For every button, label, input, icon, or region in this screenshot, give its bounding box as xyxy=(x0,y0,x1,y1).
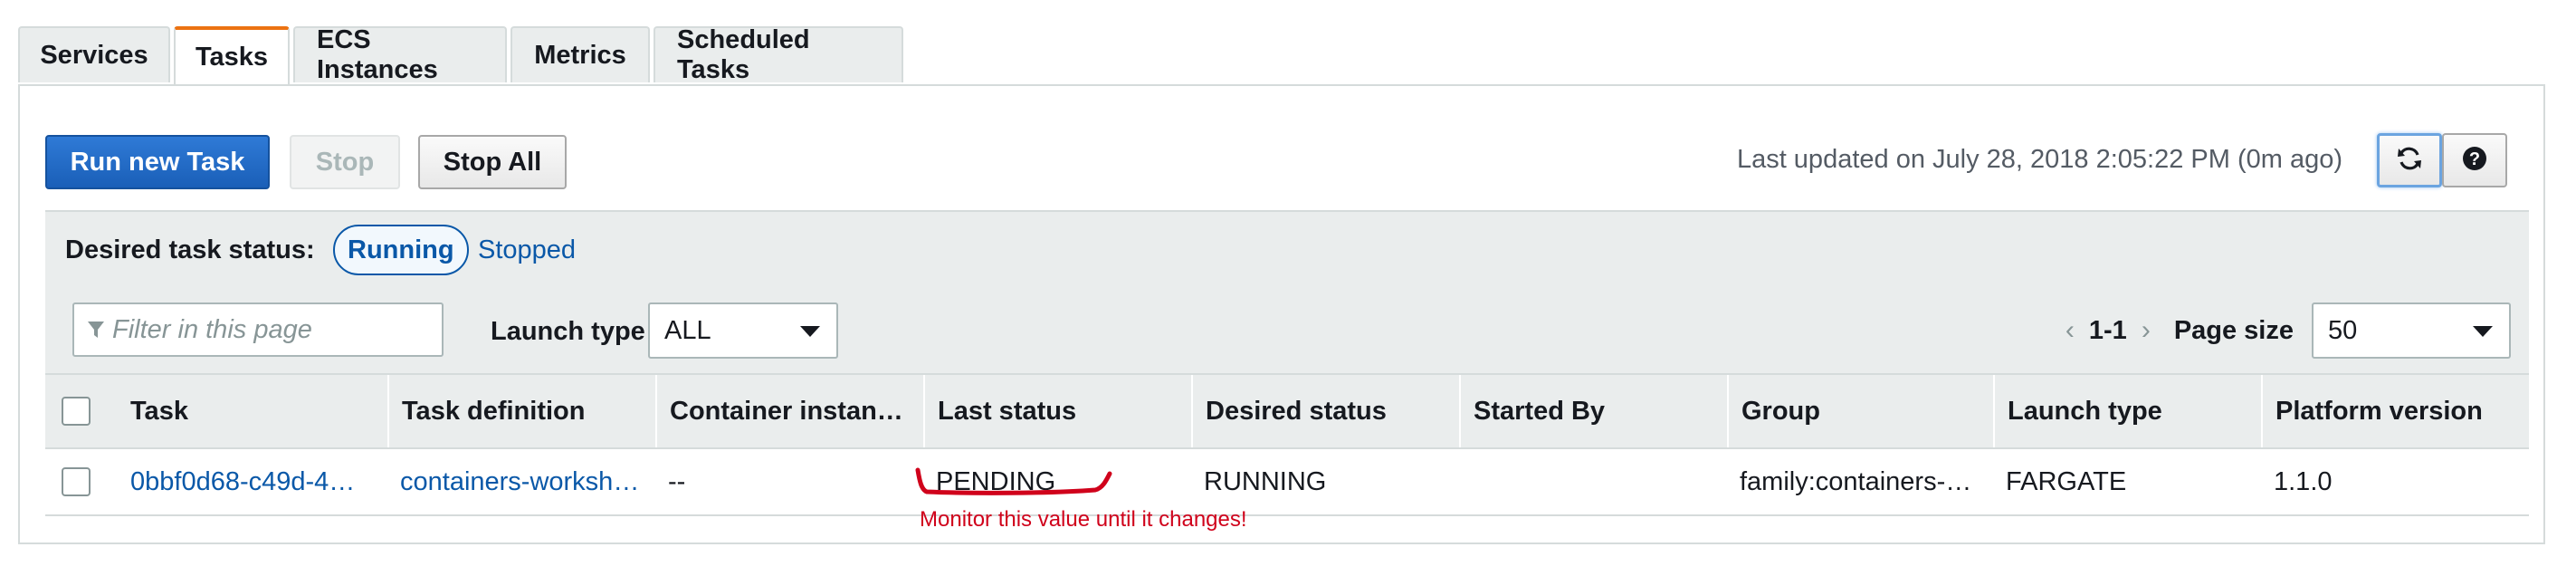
platform-version-cell: 1.1.0 xyxy=(2274,466,2333,496)
container-instance-cell: -- xyxy=(668,466,686,496)
tab-metrics[interactable]: Metrics xyxy=(510,26,650,82)
stop-all-button[interactable]: Stop All xyxy=(418,135,567,189)
launch-type-select[interactable]: ALL xyxy=(648,302,838,359)
status-filter-running[interactable]: Running xyxy=(333,225,469,275)
desired-status-bar: Desired task status: Running Stopped xyxy=(45,210,2529,290)
refresh-button[interactable] xyxy=(2377,133,2442,187)
page-size-label: Page size xyxy=(2173,315,2294,345)
tasks-panel: Run new Task Stop Stop All Last updated … xyxy=(18,84,2545,544)
help-icon: ? xyxy=(2461,145,2488,177)
help-button[interactable]: ? xyxy=(2442,133,2507,187)
filter-bar: Launch type ALL ‹ 1-1 › Page size 50 xyxy=(45,290,2529,373)
svg-text:?: ? xyxy=(2469,149,2480,169)
column-header-container-instance[interactable]: Container instan… xyxy=(655,375,923,447)
launch-type-label: Launch type xyxy=(491,317,645,346)
filter-icon xyxy=(87,320,105,340)
column-header-group[interactable]: Group xyxy=(1727,375,1993,447)
launch-type-value: ALL xyxy=(664,315,711,345)
task-id-link[interactable]: 0bbf0d68-c49d-4… xyxy=(130,467,355,497)
select-all-cell xyxy=(45,375,118,447)
chevron-down-icon xyxy=(800,326,820,337)
column-header-task-definition[interactable]: Task definition xyxy=(387,375,655,447)
tab-services[interactable]: Services xyxy=(18,26,170,82)
tab-bar: Services Tasks ECS Instances Metrics Sch… xyxy=(18,25,903,85)
column-header-started-by[interactable]: Started By xyxy=(1459,375,1727,447)
desired-status-cell: RUNNING xyxy=(1204,466,1327,496)
tab-tasks[interactable]: Tasks xyxy=(174,26,290,85)
status-filter-stopped[interactable]: Stopped xyxy=(478,235,576,265)
group-cell: family:containers-… xyxy=(1740,466,1972,496)
refresh-icon xyxy=(2396,145,2423,177)
column-header-last-status[interactable]: Last status xyxy=(923,375,1191,447)
started-by-cell xyxy=(1459,449,1727,514)
tab-ecs-instances[interactable]: ECS Instances xyxy=(293,25,507,84)
launch-type-cell: FARGATE xyxy=(2006,466,2127,496)
chevron-down-icon xyxy=(2473,326,2493,337)
row-select-cell xyxy=(45,449,118,514)
annotation-underline xyxy=(915,467,1112,495)
task-definition-link[interactable]: containers-worksh… xyxy=(400,467,639,497)
column-header-launch-type[interactable]: Launch type xyxy=(1993,375,2261,447)
column-header-platform-version[interactable]: Platform version xyxy=(2261,375,2529,447)
page-range: 1-1 xyxy=(2088,315,2127,345)
run-new-task-button[interactable]: Run new Task xyxy=(45,135,270,189)
page-size-value: 50 xyxy=(2328,315,2358,345)
table-header: Task Task definition Container instan… L… xyxy=(45,373,2529,449)
page-size-select[interactable]: 50 xyxy=(2312,302,2511,359)
filter-field[interactable] xyxy=(72,302,444,357)
filter-input[interactable] xyxy=(110,313,440,346)
desired-status-label: Desired task status: xyxy=(65,235,315,264)
column-header-task[interactable]: Task xyxy=(118,375,387,447)
chevron-left-icon[interactable]: ‹ xyxy=(2066,315,2075,346)
chevron-right-icon[interactable]: › xyxy=(2142,315,2151,346)
tab-scheduled-tasks[interactable]: Scheduled Tasks xyxy=(654,25,903,84)
annotation-note: Monitor this value until it changes! xyxy=(920,507,1247,532)
last-updated-text: Last updated on July 28, 2018 2:05:22 PM… xyxy=(1736,145,2342,174)
pagination: ‹ 1-1 › Page size xyxy=(2066,315,2294,346)
row-checkbox[interactable] xyxy=(62,467,91,496)
stop-button[interactable]: Stop xyxy=(290,135,400,189)
table-row: 0bbf0d68-c49d-4… containers-worksh… -- P… xyxy=(45,449,2529,516)
task-cell: 0bbf0d68-c49d-4… xyxy=(118,449,387,514)
task-definition-cell: containers-worksh… xyxy=(387,449,655,514)
column-header-desired-status[interactable]: Desired status xyxy=(1191,375,1459,447)
select-all-checkbox[interactable] xyxy=(62,397,91,426)
